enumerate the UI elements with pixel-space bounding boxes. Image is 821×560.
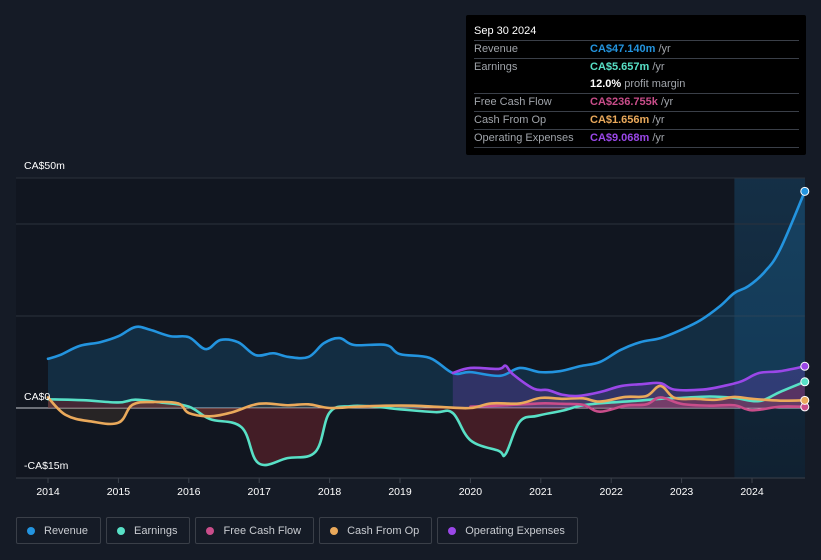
tooltip-row-earnings: Earnings CA$5.657m /yr xyxy=(474,58,799,76)
legend-label: Cash From Op xyxy=(347,524,420,537)
x-axis: 2014 2015 2016 2017 2018 2019 2020 2021 2022 2023… xyxy=(36,478,764,498)
legend-dot-icon xyxy=(330,526,339,535)
tooltip-value: 12.0% xyxy=(590,78,622,90)
x-tick-label: 2019 xyxy=(388,486,412,498)
tooltip-unit: /yr xyxy=(658,43,671,55)
tooltip-value: CA$236.755k xyxy=(590,96,658,108)
tooltip-label: Operating Expenses xyxy=(474,132,574,144)
revenue-end-marker xyxy=(800,186,810,196)
legend-dot-icon xyxy=(27,526,35,535)
tooltip-value: CA$9.068m xyxy=(590,132,650,144)
tooltip-date: Sep 30 2024 xyxy=(474,25,537,37)
legend-dot-icon xyxy=(206,526,215,535)
tooltip-value: CA$5.657m xyxy=(590,61,650,73)
legend-label: Operating Expenses xyxy=(465,524,565,537)
tooltip-row-cash-from-op: Cash From Op CA$1.656m /yr xyxy=(474,111,799,129)
tooltip-label xyxy=(474,76,590,93)
legend-item-cash-from-op[interactable]: Cash From Op xyxy=(319,517,433,544)
x-tick-label: 2022 xyxy=(600,486,624,498)
earnings-end-marker xyxy=(800,377,810,387)
tooltip-label: Revenue xyxy=(474,43,519,55)
tooltip-row-operating-expenses: Operating Expenses CA$9.068m /yr xyxy=(474,129,799,148)
tooltip-unit: profit margin xyxy=(624,78,686,90)
tooltip-unit: /yr xyxy=(652,61,665,73)
x-tick-label: 2024 xyxy=(740,486,764,498)
operating-expenses-end-marker xyxy=(800,361,810,371)
tooltip-label: Earnings xyxy=(474,61,518,73)
y-tick-label-bottom: -CA$15m xyxy=(24,460,69,472)
legend-dot-icon xyxy=(448,526,457,535)
tooltip-row-profit-margin: 12.0% profit margin xyxy=(474,76,799,93)
tooltip-unit: /yr xyxy=(660,96,674,108)
x-tick-label: 2016 xyxy=(177,486,201,498)
legend-item-operating-expenses[interactable]: Operating Expenses xyxy=(437,517,578,544)
tooltip-unit: /yr xyxy=(652,132,665,144)
tooltip-value: CA$47.140m xyxy=(590,43,656,55)
tooltip-row-revenue: Revenue CA$47.140m /yr xyxy=(474,40,799,58)
y-tick-label-top: CA$50m xyxy=(24,160,65,172)
legend-item-earnings[interactable]: Earnings xyxy=(106,517,191,544)
tooltip-panel: Sep 30 2024 Revenue CA$47.140m /yr Earni… xyxy=(466,15,806,155)
legend-label: Earnings xyxy=(134,524,178,537)
legend: Revenue Earnings Free Cash Flow Cash Fro… xyxy=(16,517,578,544)
x-tick-label: 2015 xyxy=(107,486,131,498)
x-tick-label: 2020 xyxy=(459,486,483,498)
legend-item-free-cash-flow[interactable]: Free Cash Flow xyxy=(195,517,315,544)
legend-item-revenue[interactable]: Revenue xyxy=(16,517,102,544)
tooltip-value: CA$1.656m xyxy=(590,114,650,126)
cash-from-op-end-marker xyxy=(800,395,810,405)
x-tick-label: 2021 xyxy=(529,486,553,498)
tooltip-label: Cash From Op xyxy=(474,114,547,126)
x-tick-label: 2017 xyxy=(248,486,272,498)
y-tick-label-zero: CA$0 xyxy=(24,391,51,403)
x-tick-label: 2014 xyxy=(36,486,60,498)
x-tick-label: 2018 xyxy=(318,486,342,498)
x-tick-label: 2023 xyxy=(670,486,694,498)
legend-label: Revenue xyxy=(44,524,89,537)
tooltip-label: Free Cash Flow xyxy=(474,96,552,108)
legend-dot-icon xyxy=(117,526,126,535)
tooltip-unit: /yr xyxy=(652,114,665,126)
tooltip-row-free-cash-flow: Free Cash Flow CA$236.755k /yr xyxy=(474,93,799,111)
legend-label: Free Cash Flow xyxy=(223,524,302,537)
